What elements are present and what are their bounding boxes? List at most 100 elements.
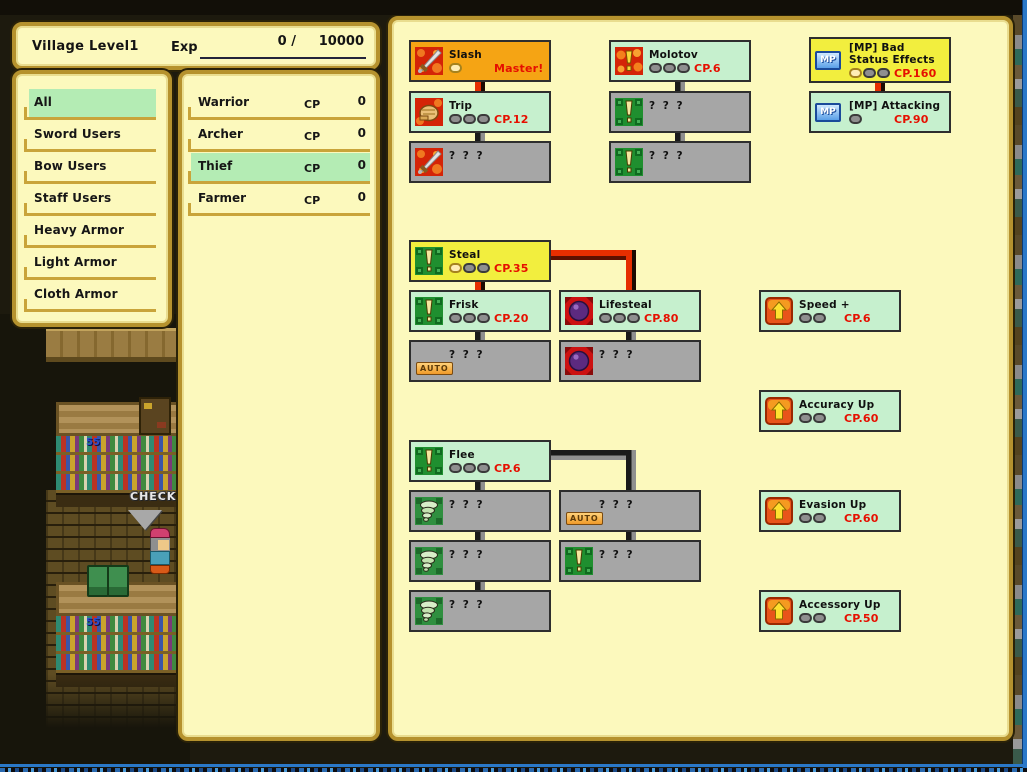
filter-panel: AllSword UsersBow UsersStaff UsersHeavy …: [12, 70, 172, 327]
filter-item-staff-users[interactable]: Staff Users: [24, 184, 160, 216]
rank-pill: [677, 63, 690, 73]
skill-node-unknown-orb[interactable]: ? ? ?: [559, 340, 701, 382]
skill-progress-row: CP.80: [599, 313, 695, 324]
skill-title: ? ? ?: [449, 499, 545, 511]
cp-value: 0: [358, 94, 366, 108]
skill-node-lifesteal[interactable]: LifestealCP.80: [559, 290, 701, 332]
shelf-number-label: 55: [86, 617, 100, 628]
skill-node-mp-attacking[interactable]: MP[MP] AttackingCP.90: [809, 91, 951, 133]
filter-item-label: Cloth Armor: [34, 287, 118, 301]
skill-title: ? ? ?: [449, 349, 545, 361]
skill-title: Trip: [449, 100, 545, 112]
class-name: Farmer: [198, 191, 246, 205]
class-row-thief[interactable]: ThiefCP0: [188, 152, 374, 184]
class-row-warrior[interactable]: WarriorCP0: [188, 88, 374, 120]
window-frame-right: [1022, 0, 1027, 772]
skill-node-unknown-m2[interactable]: ? ? ?: [609, 141, 751, 183]
skill-node-unknown-auto1[interactable]: ? ? ?AUTO: [409, 340, 551, 382]
exp-label: Exp: [171, 40, 198, 55]
skill-node-mp-bad-status[interactable]: MP[MP] Bad Status EffectsCP.160: [809, 37, 951, 83]
orb-icon: [565, 347, 593, 375]
skill-progress-row: CP.35: [449, 263, 545, 274]
rank-pill: [477, 114, 490, 124]
skill-node-flee[interactable]: FleeCP.6: [409, 440, 551, 482]
skill-node-unknown-sword[interactable]: ? ? ?: [409, 141, 551, 183]
skill-title: ? ? ?: [449, 150, 545, 162]
tree-connector: [550, 250, 636, 260]
exclaim-icon: [565, 547, 593, 575]
skill-node-steal[interactable]: StealCP.35: [409, 240, 551, 282]
tornado-icon: [415, 547, 443, 575]
skill-node-accessory-up[interactable]: Accessory UpCP.50: [759, 590, 901, 632]
skill-node-trip[interactable]: TripCP.12: [409, 91, 551, 133]
skill-title: ? ? ?: [449, 599, 545, 611]
bookshelf-lower: 55: [56, 582, 180, 687]
rank-pill: [613, 313, 626, 323]
bookshelf-frame: [56, 402, 180, 436]
skill-cost: Master!: [494, 62, 543, 75]
top-black-bar: [0, 0, 1027, 15]
skill-progress-row: CP.6: [449, 463, 545, 474]
skill-cost: CP.6: [844, 312, 871, 325]
skill-progress-row: [449, 363, 545, 374]
skill-node-unknown-t2[interactable]: ? ? ?: [409, 540, 551, 582]
tree-connector: [626, 250, 636, 291]
rank-pill: [449, 463, 462, 473]
skill-node-slash[interactable]: SlashMaster!: [409, 40, 551, 82]
rank-pill: [477, 463, 490, 473]
skill-title: Accuracy Up: [799, 399, 895, 411]
skill-node-unknown-m1[interactable]: ? ? ?: [609, 91, 751, 133]
skill-node-accuracy-up[interactable]: Accuracy UpCP.60: [759, 390, 901, 432]
rank-pill: [813, 413, 826, 423]
skill-progress-row: [599, 363, 695, 374]
class-name: Warrior: [198, 95, 249, 109]
village-level-title: Village Level1: [32, 39, 139, 54]
header-panel: Village Level1 Exp 0 / 10000: [12, 22, 380, 70]
skill-progress-row: CP.90: [849, 114, 945, 125]
filter-item-all[interactable]: All: [24, 88, 160, 120]
class-row-archer[interactable]: ArcherCP0: [188, 120, 374, 152]
filter-item-light-armor[interactable]: Light Armor: [24, 248, 160, 280]
molotov-icon: [615, 47, 643, 75]
skill-node-unknown-t3[interactable]: ? ? ?: [409, 590, 551, 632]
filter-item-label: Light Armor: [34, 255, 117, 269]
exp-current-value: 0 /: [216, 34, 296, 49]
rank-pill: [799, 513, 812, 523]
tornado-icon: [415, 597, 443, 625]
skill-node-unknown-t1[interactable]: ? ? ?: [409, 490, 551, 532]
green-bench: [87, 565, 109, 597]
skill-node-evasion-up[interactable]: Evasion UpCP.60: [759, 490, 901, 532]
exclaim-icon: [415, 297, 443, 325]
filter-item-sword-users[interactable]: Sword Users: [24, 120, 160, 152]
skill-progress-row: CP.60: [799, 513, 895, 524]
exclaim-icon: [415, 247, 443, 275]
skill-progress-row: CP.6: [799, 313, 895, 324]
filter-item-cloth-armor[interactable]: Cloth Armor: [24, 280, 160, 312]
skill-node-unknown-auto2[interactable]: ? ? ?AUTO: [559, 490, 701, 532]
skill-node-unknown-excl[interactable]: ? ? ?: [559, 540, 701, 582]
skill-title: Steal: [449, 249, 545, 261]
rank-pill: [463, 114, 476, 124]
skill-progress-row: [649, 114, 745, 125]
filter-item-bow-users[interactable]: Bow Users: [24, 152, 160, 184]
exclaim-icon: [615, 98, 643, 126]
skill-node-molotov[interactable]: MolotovCP.6: [609, 40, 751, 82]
rank-pill: [663, 63, 676, 73]
skill-node-frisk[interactable]: FriskCP.20: [409, 290, 551, 332]
arrow-icon: [765, 497, 793, 525]
skill-progress-row: Master!: [449, 63, 545, 74]
exclaim-icon: [615, 148, 643, 176]
rank-pill: [449, 263, 462, 273]
filter-item-heavy-armor[interactable]: Heavy Armor: [24, 216, 160, 248]
skill-cost: CP.35: [494, 262, 529, 275]
book-row: 55: [56, 616, 180, 635]
rank-pill: [463, 263, 476, 273]
skill-title: Frisk: [449, 299, 545, 311]
rank-pill: [799, 413, 812, 423]
arrow-icon: [765, 397, 793, 425]
skill-node-speed-plus[interactable]: Speed +CP.6: [759, 290, 901, 332]
rank-pill: [463, 313, 476, 323]
class-row-farmer[interactable]: FarmerCP0: [188, 184, 374, 216]
bookshelf-frame: [56, 582, 180, 616]
skill-title: ? ? ?: [599, 349, 695, 361]
